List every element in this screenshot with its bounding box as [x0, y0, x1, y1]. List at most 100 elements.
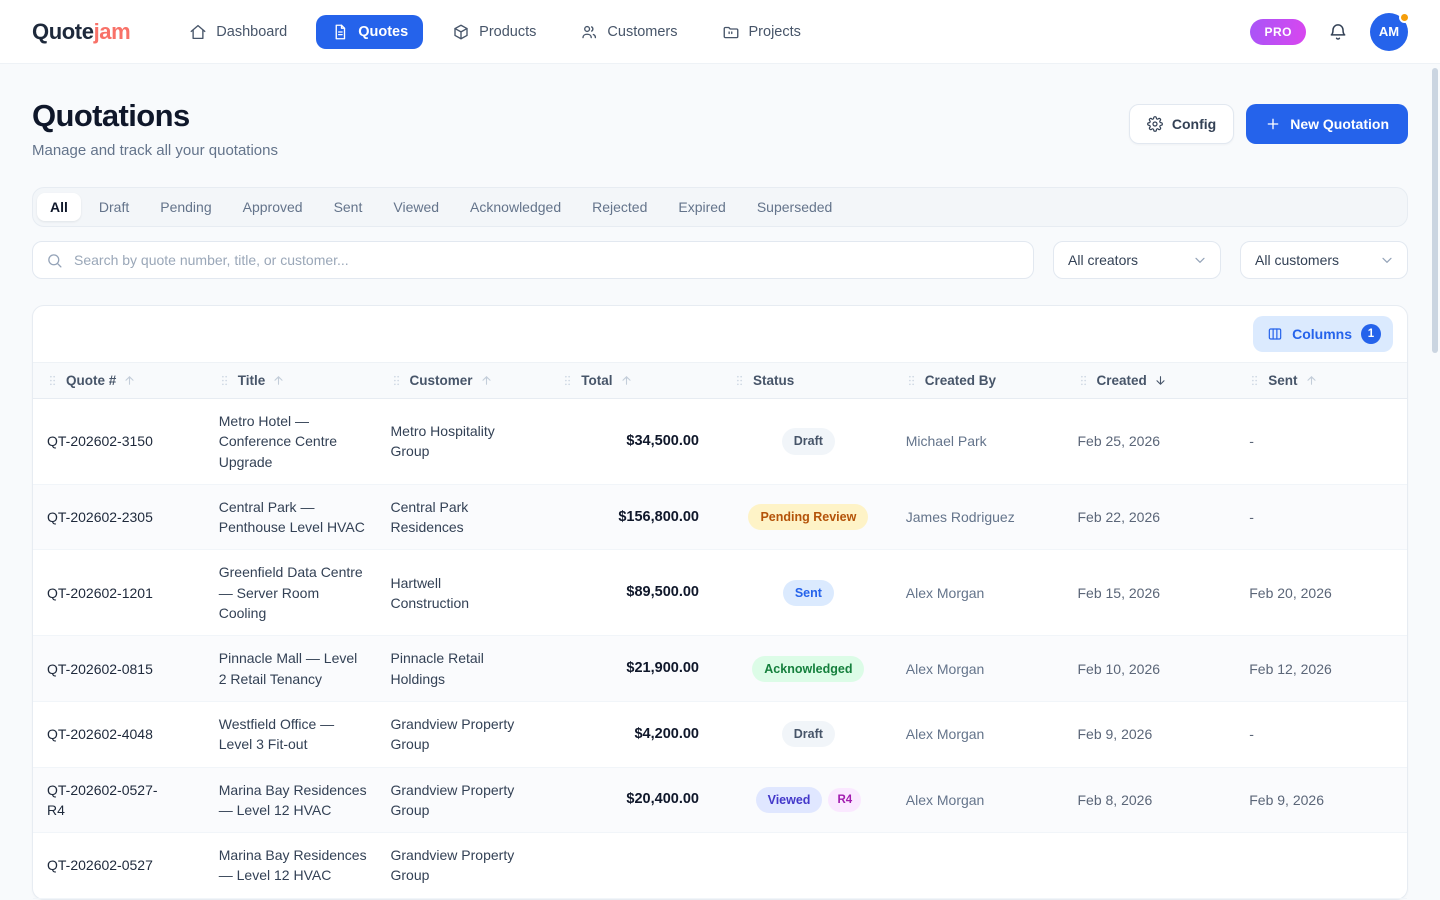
gear-icon	[1147, 116, 1163, 132]
search-input[interactable]	[72, 251, 1020, 269]
arrow-up-icon	[480, 374, 493, 387]
cell-created-by: Alex Morgan	[892, 636, 1064, 701]
tab-expired[interactable]: Expired	[665, 193, 738, 221]
notifications-button[interactable]	[1328, 22, 1348, 42]
columns-button-label: Columns	[1292, 326, 1352, 342]
cell-sent: -	[1235, 702, 1407, 767]
pro-badge[interactable]: PRO	[1250, 19, 1306, 45]
cell-sent: Feb 9, 2026	[1235, 768, 1407, 833]
table-row[interactable]: QT-202602-2305Central Park — Penthouse L…	[33, 485, 1407, 551]
revision-badge: R4	[828, 788, 861, 813]
page-scrollbar[interactable]	[1432, 68, 1438, 353]
column-header-label: Sent	[1268, 373, 1297, 388]
cell-created: Feb 10, 2026	[1064, 636, 1236, 701]
table-row[interactable]: QT-202602-0815Pinnacle Mall — Level 2 Re…	[33, 636, 1407, 702]
cell-total: $34,500.00	[548, 399, 720, 484]
nav-item-label: Quotes	[358, 24, 408, 40]
nav-item-label: Dashboard	[216, 24, 287, 40]
table-row[interactable]: QT-202602-0527-R4Marina Bay Residences —…	[33, 768, 1407, 834]
new-quotation-label: New Quotation	[1290, 116, 1389, 132]
grip-icon[interactable]	[1077, 374, 1090, 387]
cell-sent: Feb 12, 2026	[1235, 636, 1407, 701]
column-header-customer[interactable]: Customer	[377, 363, 549, 398]
grip-icon[interactable]	[46, 374, 59, 387]
cell-status	[720, 833, 892, 898]
cell-quote-number: QT-202602-0527-R4	[33, 768, 205, 833]
brand-logo[interactable]: Quotejam	[32, 19, 130, 45]
tab-viewed[interactable]: Viewed	[380, 193, 452, 221]
bell-icon	[1328, 22, 1348, 42]
cell-title: Greenfield Data Centre — Server Room Coo…	[205, 550, 377, 635]
tab-approved[interactable]: Approved	[230, 193, 316, 221]
tab-acknowledged[interactable]: Acknowledged	[457, 193, 574, 221]
column-header-title[interactable]: Title	[205, 363, 377, 398]
cell-created: Feb 15, 2026	[1064, 550, 1236, 635]
table-row[interactable]: QT-202602-0527Marina Bay Residences — Le…	[33, 833, 1407, 899]
nav-item-products[interactable]: Products	[437, 15, 551, 49]
columns-button[interactable]: Columns 1	[1253, 316, 1393, 352]
arrow-down-icon	[1154, 374, 1167, 387]
avatar[interactable]: AM	[1370, 13, 1408, 51]
cell-title: Westfield Office — Level 3 Fit-out	[205, 702, 377, 767]
column-header-quote[interactable]: Quote #	[33, 363, 205, 398]
primary-nav: Dashboard Quotes Products Customers Projects	[174, 15, 816, 49]
cell-created: Feb 8, 2026	[1064, 768, 1236, 833]
tab-all[interactable]: All	[37, 193, 81, 221]
tab-sent[interactable]: Sent	[321, 193, 376, 221]
tab-draft[interactable]: Draft	[86, 193, 142, 221]
grip-icon[interactable]	[905, 374, 918, 387]
page-title: Quotations	[32, 98, 278, 134]
navbar-right: PRO AM	[1250, 13, 1408, 51]
column-header-created-by[interactable]: Created By	[892, 363, 1064, 398]
users-icon	[580, 23, 598, 41]
column-header-total[interactable]: Total	[548, 363, 720, 398]
columns-icon	[1267, 326, 1283, 342]
grip-icon[interactable]	[733, 374, 746, 387]
grip-icon[interactable]	[218, 374, 231, 387]
tab-superseded[interactable]: Superseded	[744, 193, 846, 221]
nav-item-quotes[interactable]: Quotes	[316, 15, 423, 49]
status-filter-tabs: AllDraftPendingApprovedSentViewedAcknowl…	[32, 187, 1408, 227]
cell-status: Draft	[720, 702, 892, 767]
customers-filter-select[interactable]: All customers	[1240, 241, 1408, 279]
creators-filter-select[interactable]: All creators	[1053, 241, 1221, 279]
nav-item-projects[interactable]: Projects	[707, 15, 816, 49]
cell-created: Feb 22, 2026	[1064, 485, 1236, 550]
cell-title: Marina Bay Residences — Level 12 HVAC	[205, 833, 377, 898]
search-box	[32, 241, 1034, 279]
status-badge: Draft	[782, 721, 835, 747]
customers-filter-value: All customers	[1255, 252, 1339, 268]
column-header-status[interactable]: Status	[720, 363, 892, 398]
nav-item-dashboard[interactable]: Dashboard	[174, 15, 302, 49]
table-row[interactable]: QT-202602-4048Westfield Office — Level 3…	[33, 702, 1407, 768]
cell-customer: Grandview Property Group	[377, 833, 549, 898]
table-row[interactable]: QT-202602-3150Metro Hotel — Conference C…	[33, 399, 1407, 485]
column-header-label: Status	[753, 373, 794, 388]
cell-created	[1064, 833, 1236, 898]
cell-created-by: Alex Morgan	[892, 768, 1064, 833]
grip-icon[interactable]	[1248, 374, 1261, 387]
grip-icon[interactable]	[561, 374, 574, 387]
cell-created: Feb 9, 2026	[1064, 702, 1236, 767]
cell-total: $20,400.00	[548, 768, 720, 833]
tab-pending[interactable]: Pending	[147, 193, 224, 221]
page-title-block: Quotations Manage and track all your quo…	[32, 98, 278, 159]
status-badge: Viewed	[756, 787, 823, 813]
cell-title: Marina Bay Residences — Level 12 HVAC	[205, 768, 377, 833]
tab-rejected[interactable]: Rejected	[579, 193, 660, 221]
creators-filter-value: All creators	[1068, 252, 1138, 268]
grip-icon[interactable]	[390, 374, 403, 387]
column-header-created[interactable]: Created	[1064, 363, 1236, 398]
cell-total: $21,900.00	[548, 636, 720, 701]
cell-created-by: Alex Morgan	[892, 550, 1064, 635]
nav-item-customers[interactable]: Customers	[565, 15, 692, 49]
cell-title: Metro Hotel — Conference Centre Upgrade	[205, 399, 377, 484]
nav-item-label: Customers	[607, 24, 677, 40]
page-header: Quotations Manage and track all your quo…	[32, 98, 1408, 159]
cube-icon	[452, 23, 470, 41]
config-button[interactable]: Config	[1129, 104, 1234, 144]
new-quotation-button[interactable]: New Quotation	[1246, 104, 1408, 144]
cell-quote-number: QT-202602-0527	[33, 833, 205, 898]
column-header-sent[interactable]: Sent	[1235, 363, 1407, 398]
table-row[interactable]: QT-202602-1201Greenfield Data Centre — S…	[33, 550, 1407, 636]
